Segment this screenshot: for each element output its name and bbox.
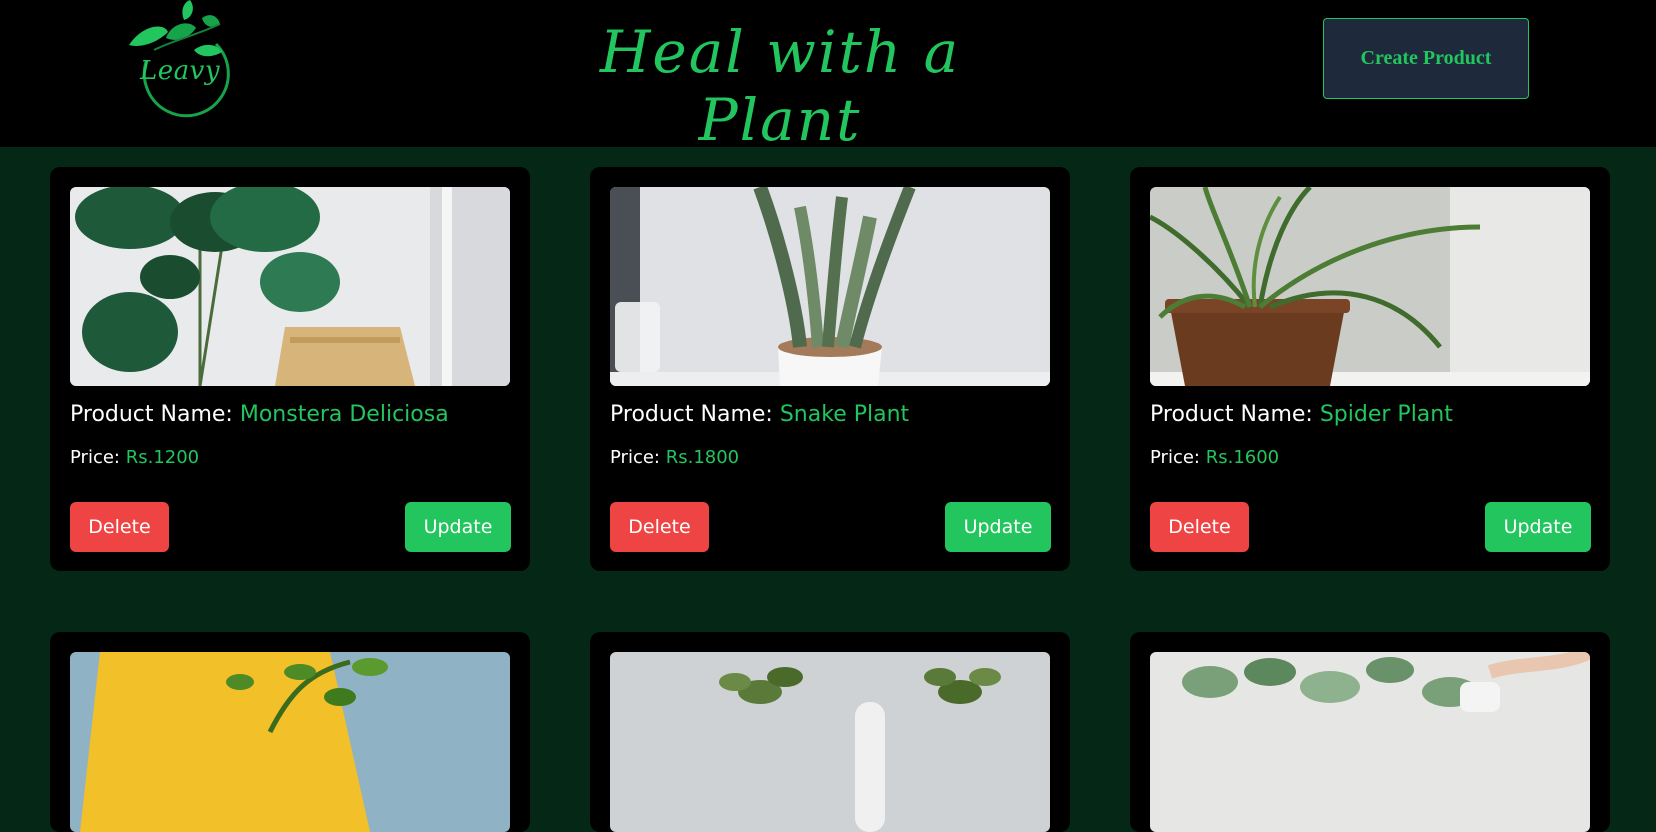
price-label: Price: — [610, 447, 660, 468]
product-image — [70, 652, 510, 832]
page-title: Heal with a Plant — [599, 18, 961, 154]
delete-button[interactable]: Delete — [1150, 502, 1249, 552]
product-card: Product Name: Monstera Deliciosa Price: … — [50, 167, 530, 571]
delete-button[interactable]: Delete — [70, 502, 169, 552]
product-card — [50, 632, 530, 832]
product-name-label: Product Name: — [1150, 402, 1313, 427]
product-name-label: Product Name: — [70, 402, 233, 427]
price-value: Rs.1600 — [1205, 447, 1280, 468]
price-label: Price: — [1150, 447, 1200, 468]
logo-text: Leavy — [140, 56, 221, 86]
update-button[interactable]: Update — [945, 502, 1051, 552]
product-price: Price: Rs.1800 — [610, 447, 739, 468]
product-image — [610, 652, 1050, 832]
price-label: Price: — [70, 447, 120, 468]
product-image — [610, 187, 1050, 386]
product-card — [590, 632, 1070, 832]
product-name-value: Snake Plant — [779, 402, 910, 427]
product-name-value: Monstera Deliciosa — [239, 402, 449, 427]
product-name: Product Name: Monstera Deliciosa — [70, 402, 449, 427]
create-product-button[interactable]: Create Product — [1323, 18, 1529, 99]
product-card: Product Name: Spider Plant Price: Rs.160… — [1130, 167, 1610, 571]
product-name-label: Product Name: — [610, 402, 773, 427]
site-header: Leavy Heal with a Plant Create Product — [0, 0, 1656, 154]
update-button[interactable]: Update — [1485, 502, 1591, 552]
product-name: Product Name: Spider Plant — [1150, 402, 1453, 427]
product-price: Price: Rs.1200 — [70, 447, 199, 468]
product-card — [1130, 632, 1610, 832]
product-card: Product Name: Snake Plant Price: Rs.1800… — [590, 167, 1070, 571]
product-image — [70, 187, 510, 386]
price-value: Rs.1200 — [125, 447, 200, 468]
product-image — [1150, 652, 1590, 832]
product-image — [1150, 187, 1590, 386]
delete-button[interactable]: Delete — [610, 502, 709, 552]
update-button[interactable]: Update — [405, 502, 511, 552]
product-price: Price: Rs.1600 — [1150, 447, 1279, 468]
product-name-value: Spider Plant — [1319, 402, 1453, 427]
product-name: Product Name: Snake Plant — [610, 402, 909, 427]
price-value: Rs.1800 — [665, 447, 740, 468]
